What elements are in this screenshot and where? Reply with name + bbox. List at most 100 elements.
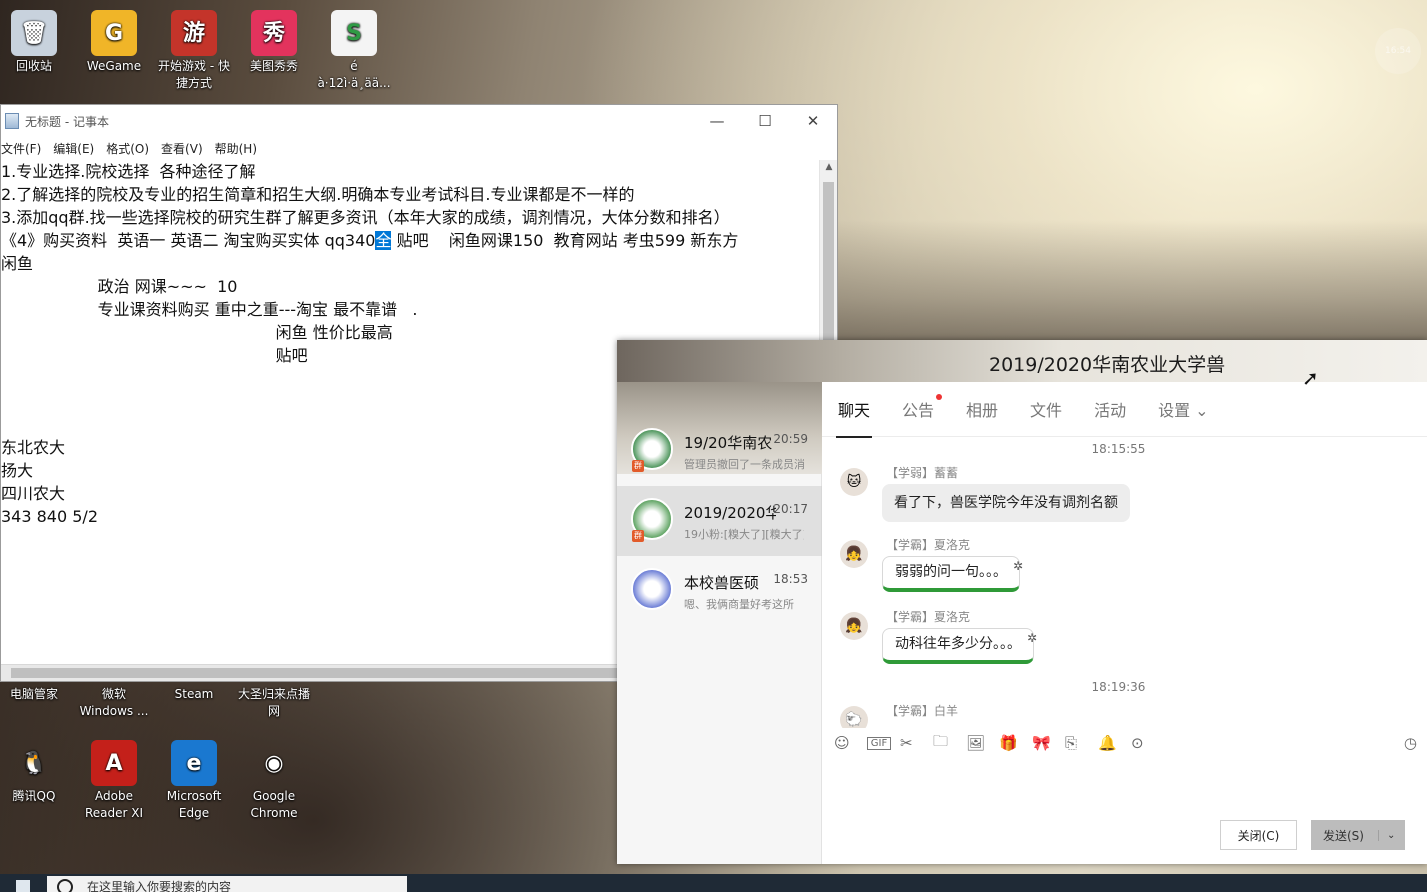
conversation-time: 18:53 (773, 572, 808, 586)
bubble-decoration-icon: ✲ (1026, 631, 1037, 645)
screenshot-icon[interactable]: ⎘ (1065, 734, 1098, 752)
start-windows-icon[interactable] (16, 880, 30, 892)
qq-chat-window[interactable]: 2019/2020华南农业大学兽 群 19/20华南农 20:59 管理员撤回了一条成… (617, 340, 1427, 864)
history-icon[interactable]: ◷ (1404, 734, 1417, 752)
text-selection: 全 (375, 231, 392, 250)
text-line: 专业课资料购买 重中之重---淘宝 最不靠谱 . (1, 300, 418, 319)
conversation-item[interactable]: 群 2019/2020华 20:17 19小粉:[糗大了][糗大了] (617, 486, 822, 556)
desktop-icon[interactable]: Steam (154, 686, 234, 703)
search-placeholder: 在这里输入你要搜索的内容 (87, 880, 232, 892)
message-text: 动科往年多少分。。。 (895, 636, 1021, 652)
desktop-icon[interactable]: 🐧 腾讯QQ (0, 740, 74, 805)
menu-format[interactable]: 格式(O) (106, 140, 155, 157)
tab-activity[interactable]: 活动 (1092, 391, 1128, 427)
conversation-name: 本校兽医硕 (684, 574, 760, 592)
sender-avatar[interactable]: 🐑 (840, 706, 868, 728)
desktop-icon[interactable]: e Microsoft Edge (154, 740, 234, 822)
conversation-item[interactable]: 群 19/20华南农 20:59 管理员撤回了一条成员消息 (617, 416, 822, 486)
tab-label: 公告 (902, 401, 935, 420)
scroll-up-arrow-icon[interactable]: ▲ (820, 162, 838, 172)
notepad-title: 无标题 - 记事本 (25, 114, 109, 129)
message-input[interactable] (822, 758, 1427, 818)
notepad-app-icon (5, 113, 19, 129)
text-line: 3.添加qq群.找一些选择院校的研究生群了解更多资讯（本年大家的成绩，调剂情况，… (1, 208, 730, 227)
desktop-icon[interactable]: ◉ Google Chrome (234, 740, 314, 822)
text-segment: 贴吧 闲鱼网课150 教育网站 考虫599 新东方 (391, 231, 739, 250)
present-icon[interactable]: 🎀 (1032, 734, 1065, 752)
sender-name: 【学霸】夏洛克 (886, 610, 971, 624)
close-chat-button[interactable]: 关闭(C) (1220, 820, 1297, 850)
message-list[interactable]: 18:15:55 🐱 【学弱】蓄蓄 看了下，兽医学院今年没有调剂名额 👧 【学霸】夏洛克弱… (822, 438, 1427, 728)
message-timestamp: 18:19:36 (1091, 680, 1146, 694)
desktop-icon-label: 美图秀秀 (249, 59, 298, 73)
menu-edit[interactable]: 编辑(E) (53, 140, 100, 157)
tab-files[interactable]: 文件 (1028, 391, 1064, 427)
message-bubble[interactable]: 弱弱的问一句。。。 ✲ (882, 556, 1023, 592)
close-button[interactable]: ✕ (789, 112, 837, 130)
sender-avatar[interactable]: 👧 (840, 540, 868, 568)
desktop-icon[interactable]: 🗑 回收站 (0, 10, 74, 75)
scissors-icon[interactable]: ✂ (900, 734, 933, 752)
desktop-icon[interactable]: 游开始游戏 - 快捷方式 (154, 10, 234, 92)
notepad-menubar: 文件(F) 编辑(E) 格式(O) 查看(V) 帮助(H) (1, 137, 837, 159)
desktop-icon[interactable]: A Adobe Reader XI (74, 740, 154, 822)
tab-album[interactable]: 相册 (964, 391, 1000, 427)
image-icon[interactable]: 🖼 (966, 734, 999, 752)
desktop-icon-label: 大圣归来点播网 (237, 687, 310, 718)
group-badge-icon: 群 (632, 530, 644, 542)
message-bubble[interactable]: 动科往年多少分。。。 ✲ (882, 628, 1037, 664)
app-icon: 秀 (251, 10, 297, 56)
taskbar-search-box[interactable]: 在这里输入你要搜索的内容 (47, 876, 407, 892)
message-bubble[interactable]: 看了下，兽医学院今年没有调剂名额 (882, 484, 1130, 522)
bubble-decoration-icon: ✲ (1012, 559, 1023, 573)
app-icon: 🗑 (11, 10, 57, 56)
emoji-icon[interactable]: ☺ (834, 734, 867, 752)
desktop-icon-label: 电脑管家 (9, 687, 58, 701)
minimize-button[interactable]: — (693, 112, 741, 130)
desktop-icon-label: é à·12ì·ä¸ää... (317, 59, 391, 90)
menu-view[interactable]: 查看(V) (161, 140, 209, 157)
taskbar: 在这里输入你要搜索的内容 (0, 874, 1427, 892)
desktop-icon[interactable]: 电脑管家 (0, 686, 74, 703)
send-button[interactable]: 发送(S) ⌄ (1311, 820, 1405, 850)
notepad-titlebar[interactable]: 无标题 - 记事本 — ☐ ✕ (1, 105, 837, 137)
chat-tabs: 聊天 公告 相册 文件 活动 设置 ⌄ (822, 382, 1427, 438)
folder-icon[interactable]: 🗀 (933, 731, 966, 756)
bell-icon[interactable]: 🔔 (1098, 734, 1131, 752)
input-toolbar: ☺ GIF ✂ 🗀 🖼 🎁 🎀 ⎘ 🔔 ⊙ ◷ (822, 728, 1427, 758)
app-icon: S (331, 10, 377, 56)
conversation-item[interactable]: 本校兽医硕 18:53 嗯、我俩商量好考这所 (617, 556, 822, 626)
floating-clock: 16:54 (1375, 28, 1421, 74)
text-line: 闲鱼 (1, 254, 34, 273)
menu-help[interactable]: 帮助(H) (215, 140, 263, 157)
desktop-icon-label: Adobe Reader XI (84, 789, 144, 820)
tab-announcement[interactable]: 公告 (900, 391, 943, 427)
tab-settings[interactable]: 设置 ⌄ (1156, 391, 1211, 427)
maximize-button[interactable]: ☐ (741, 112, 789, 130)
gif-icon[interactable]: GIF (867, 736, 891, 750)
text-line: 政治 网课~~~ 10 (1, 277, 238, 296)
sender-avatar[interactable]: 👧 (840, 612, 868, 640)
desktop-icon-label: 回收站 (15, 59, 52, 73)
more-icon[interactable]: ⊙ (1131, 734, 1164, 752)
gift-box-icon[interactable]: 🎁 (999, 734, 1032, 752)
sender-avatar[interactable]: 🐱 (840, 468, 868, 496)
sender-name: 【学霸】夏洛克 (886, 538, 971, 552)
menu-file[interactable]: 文件(F) (1, 140, 47, 157)
desktop-icon[interactable]: 微软 Windows ... (74, 686, 154, 720)
desktop-icon-label: 开始游戏 - 快捷方式 (158, 59, 230, 90)
desktop-icon[interactable]: 大圣归来点播网 (234, 686, 314, 720)
horizontal-scroll-thumb[interactable] (11, 668, 711, 678)
desktop-icon[interactable]: 秀美图秀秀 (234, 10, 314, 75)
send-options-chevron-icon[interactable]: ⌄ (1377, 829, 1395, 841)
unread-dot (936, 394, 943, 400)
text-line: 1.专业选择.院校选择 各种途径了解 (1, 162, 256, 181)
desktop-icon[interactable]: G WeGame (74, 10, 154, 75)
text-segment: 《4》购买资料 英语一 英语二 淘宝购买实体 qq340 (1, 231, 376, 250)
desktop-icon-label: WeGame (86, 59, 142, 73)
conversation-preview: 19小粉:[糗大了][糗大了] (684, 528, 804, 541)
conversation-time: 20:17 (773, 502, 808, 516)
desktop-icon[interactable]: Sé à·12ì·ä¸ää... (314, 10, 394, 92)
tab-chat[interactable]: 聊天 (836, 391, 873, 438)
message-text: 弱弱的问一句。。。 (895, 564, 1007, 580)
